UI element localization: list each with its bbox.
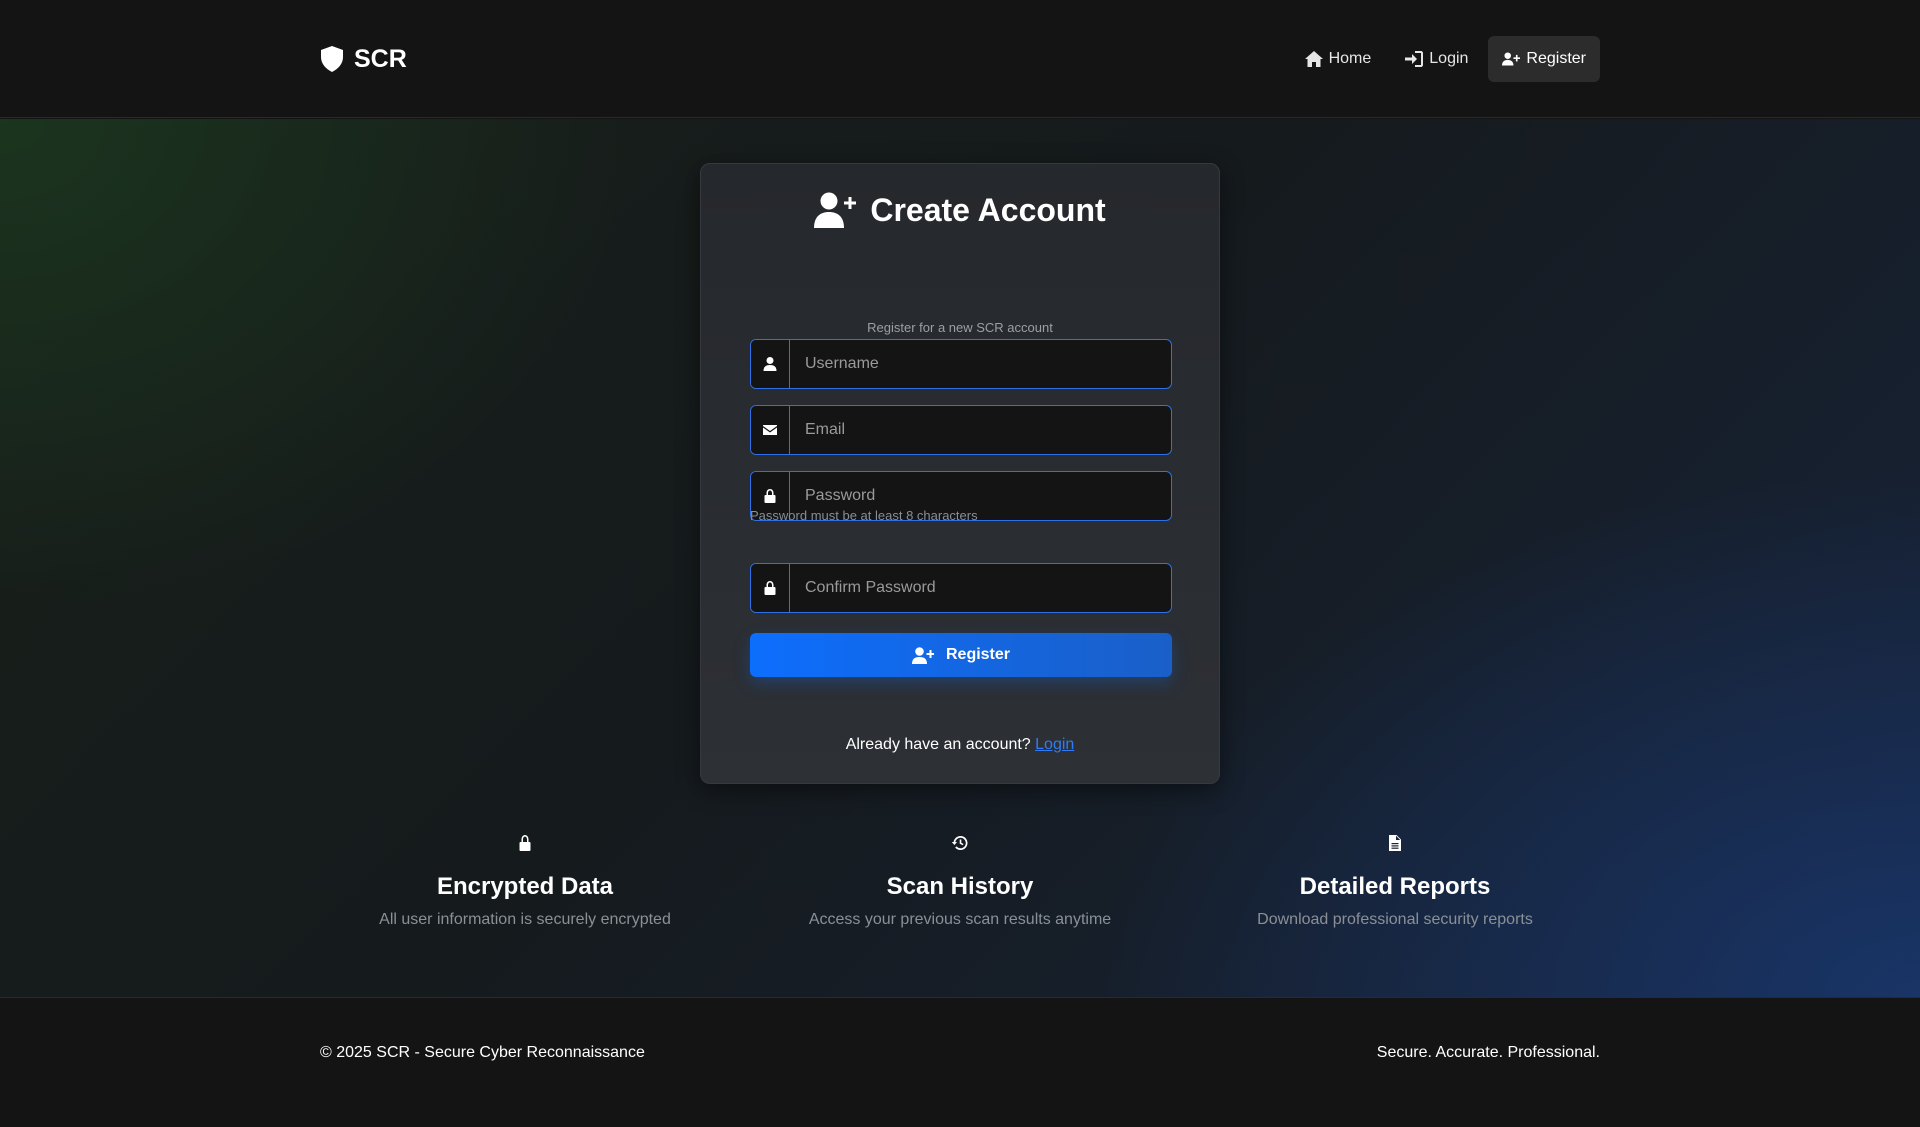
feature-title: Encrypted Data <box>436 873 614 900</box>
nav-login-label: Login <box>1429 50 1469 67</box>
nav-register-label: Register <box>1526 50 1586 67</box>
feature-description: Access your previous scan results anytim… <box>808 911 1112 928</box>
user-plus-icon <box>1502 52 1521 66</box>
brand-name: SCR <box>354 44 407 73</box>
login-link[interactable]: Login <box>1035 736 1074 753</box>
footer-tagline: Secure. Accurate. Professional. <box>1376 1044 1600 1061</box>
history-icon <box>952 836 968 850</box>
feature-scan-history: Scan History Access your previous scan r… <box>760 835 1160 929</box>
email-field-group <box>750 405 1172 455</box>
shield-icon <box>321 46 343 72</box>
confirm-password-input[interactable] <box>790 564 1171 612</box>
nav-home-link[interactable]: Home <box>1291 36 1386 82</box>
card-title-text: Create Account <box>870 191 1106 228</box>
login-prompt-text: Already have an account? <box>845 736 1031 753</box>
feature-title: Scan History <box>886 873 1034 900</box>
user-plus-icon <box>814 192 857 228</box>
password-hint: Password must be at least 8 characters <box>750 508 978 523</box>
feature-detailed-reports: Detailed Reports Download professional s… <box>1195 835 1595 929</box>
home-icon <box>1304 51 1323 67</box>
feature-encrypted-data: Encrypted Data All user information is s… <box>325 835 725 929</box>
register-card: Create Account Register for a new SCR ac… <box>700 163 1220 784</box>
envelope-icon <box>751 406 790 454</box>
feature-description: All user information is securely encrypt… <box>379 911 671 928</box>
confirm-password-field-group <box>750 563 1172 613</box>
user-icon <box>751 340 790 388</box>
nav-links: Home Login Register <box>1291 36 1600 82</box>
navbar: SCR Home Login Register <box>0 0 1920 118</box>
footer: © 2025 SCR - Secure Cyber Reconnaissance… <box>0 997 1920 1127</box>
file-icon <box>1389 835 1401 851</box>
feature-description: Download professional security reports <box>1257 911 1533 928</box>
footer-copyright: © 2025 SCR - Secure Cyber Reconnaissance <box>320 1044 645 1061</box>
lock-icon <box>751 564 790 612</box>
email-input[interactable] <box>790 406 1171 454</box>
login-prompt: Already have an account? Login <box>701 736 1219 754</box>
nav-register-link[interactable]: Register <box>1488 36 1600 82</box>
feature-title: Detailed Reports <box>1299 873 1491 900</box>
user-plus-icon <box>911 646 934 664</box>
main-content: Create Account Register for a new SCR ac… <box>0 119 1920 997</box>
nav-home-label: Home <box>1328 50 1372 67</box>
brand-logo[interactable]: SCR <box>320 44 407 74</box>
register-button[interactable]: Register <box>750 633 1172 677</box>
card-title: Create Account <box>701 188 1219 232</box>
nav-login-link[interactable]: Login <box>1391 36 1482 82</box>
sign-in-icon <box>1405 51 1424 67</box>
lock-icon <box>519 835 531 851</box>
register-button-label: Register <box>945 646 1011 663</box>
username-input[interactable] <box>790 340 1171 388</box>
card-subtitle: Register for a new SCR account <box>867 320 1053 335</box>
username-field-group <box>750 339 1172 389</box>
